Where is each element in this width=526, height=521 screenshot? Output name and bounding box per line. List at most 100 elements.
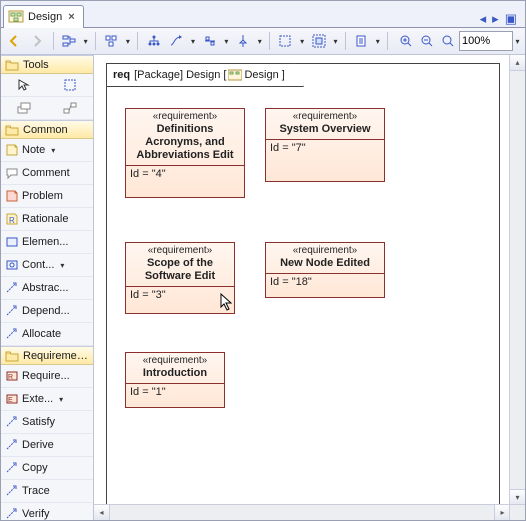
scroll-right-icon[interactable]: ▸ [494, 505, 510, 520]
link-tool-icon [63, 101, 77, 115]
frame-bracket-close: ] [279, 69, 285, 81]
align-menu-icon[interactable]: ▾ [223, 37, 230, 46]
scrollbar-corner [509, 504, 525, 520]
drawer-header-common[interactable]: Common [1, 121, 93, 139]
tool-cont[interactable]: Cont...▾ [1, 258, 93, 272]
select-button[interactable] [276, 31, 295, 51]
outline-menu-icon[interactable]: ▾ [82, 37, 89, 46]
svg-text:E: E [8, 397, 13, 404]
tool-rationale[interactable]: RRationale [1, 212, 93, 226]
zoom-out-button[interactable] [417, 31, 437, 51]
requirement-node[interactable]: «requirement»Scope of the Software EditI… [125, 242, 235, 314]
scrollbar-vertical[interactable]: ▴ ▾ [509, 55, 525, 505]
tab-next-icon[interactable]: ▸ [490, 11, 501, 27]
tool-row [1, 74, 93, 97]
tab-menu-icon[interactable]: ▣ [503, 11, 519, 27]
tool-derive[interactable]: Derive [1, 438, 93, 452]
tree-layout-button[interactable] [144, 31, 163, 51]
zoom-input[interactable] [459, 31, 513, 51]
tool-row: Comment [1, 162, 93, 185]
frame-inner-icon [228, 69, 242, 81]
node-id: Id = "1" [126, 384, 224, 402]
separator [269, 32, 270, 50]
filter-menu-icon[interactable]: ▾ [375, 37, 382, 46]
tool-marquee-tool[interactable] [47, 78, 93, 92]
design-tab-icon [8, 9, 24, 25]
nav-fwd-button[interactable] [28, 31, 47, 51]
editor-window: Design × ◂ ▸ ▣ ▾ ▾ ▾ ▾ ▾ ▾ ▾ ▾ [0, 0, 526, 521]
tab-prev-icon[interactable]: ◂ [478, 11, 489, 27]
tool-note-tool[interactable] [1, 101, 47, 115]
tool-abstrac[interactable]: Abstrac... [1, 281, 93, 295]
scroll-up-icon[interactable]: ▴ [510, 55, 525, 71]
separator [137, 32, 138, 50]
requirement-node[interactable]: «requirement»Definitions Acronyms, and A… [125, 108, 245, 198]
nav-back-button[interactable] [5, 31, 24, 51]
tool-problem[interactable]: Problem [1, 189, 93, 203]
palette: Tools Common Note▾ Comment Problem RRationale… [1, 55, 94, 520]
tool-comment[interactable]: Comment [1, 166, 93, 180]
tool-require[interactable]: RRequire... [1, 369, 93, 383]
drawer-label: Common [23, 124, 89, 136]
canvas[interactable]: req [Package] Design [ Design ] «require… [94, 55, 525, 520]
select-all-button[interactable] [309, 31, 328, 51]
select-menu-icon[interactable]: ▾ [299, 37, 306, 46]
requirement-node[interactable]: «requirement»System OverviewId = "7" [265, 108, 385, 182]
arrange-button[interactable] [102, 31, 121, 51]
tool-trace[interactable]: Trace [1, 484, 93, 498]
node-id: Id = "3" [126, 287, 234, 305]
pin-menu-icon[interactable]: ▾ [257, 37, 264, 46]
tool-label: Depend... [22, 305, 70, 317]
tool-exte[interactable]: EExte...▾ [1, 392, 93, 406]
tool-label: Copy [22, 462, 48, 474]
tab-close-icon[interactable]: × [68, 11, 74, 23]
route-button[interactable] [167, 31, 186, 51]
tool-copy[interactable]: Copy [1, 461, 93, 475]
arrange-menu-icon[interactable]: ▾ [125, 37, 132, 46]
drawer-label: Requiremen... [23, 350, 89, 362]
pin-button[interactable] [234, 31, 253, 51]
tool-satisfy[interactable]: Satisfy [1, 415, 93, 429]
tool-verify[interactable]: Verify [1, 507, 93, 520]
tool-depend[interactable]: Depend... [1, 304, 93, 318]
zoom-fit-button[interactable] [438, 31, 458, 51]
tool-label: Satisfy [22, 416, 55, 428]
tool-allocate[interactable]: Allocate [1, 327, 93, 341]
requirement-node[interactable]: «requirement»IntroductionId = "1" [125, 352, 225, 408]
tool-label: Verify [22, 508, 50, 520]
tool-note[interactable]: Note▾ [1, 143, 93, 157]
abstrac-icon [5, 281, 19, 295]
chevron-down-icon[interactable]: ▾ [57, 261, 67, 270]
select-all-menu-icon[interactable]: ▾ [332, 37, 339, 46]
requirement-node[interactable]: «requirement»New Node EditedId = "18" [265, 242, 385, 298]
drawer-common: Common Note▾ Comment Problem RRationale Eleme… [1, 120, 93, 346]
outline-button[interactable] [60, 31, 79, 51]
node-id: Id = "7" [266, 140, 384, 158]
align-button[interactable] [200, 31, 219, 51]
cont-icon [5, 258, 19, 272]
filter-button[interactable] [352, 31, 371, 51]
tool-label: Elemen... [22, 236, 68, 248]
tool-row: RRequire... [1, 365, 93, 388]
scroll-down-icon[interactable]: ▾ [510, 489, 525, 505]
tool-label: Problem [22, 190, 63, 202]
scroll-left-icon[interactable]: ◂ [94, 505, 110, 520]
scrollbar-horizontal[interactable]: ◂ ▸ [94, 504, 510, 520]
marquee-tool-icon [63, 78, 77, 92]
drawer-header-tools[interactable]: Tools [1, 56, 93, 74]
tool-row: RRationale [1, 208, 93, 231]
tool-element[interactable]: Elemen... [1, 235, 93, 249]
chevron-down-icon[interactable]: ▾ [48, 146, 58, 155]
zoom-in-button[interactable] [396, 31, 416, 51]
tool-arrow-tool[interactable] [1, 78, 47, 92]
require-icon: R [5, 369, 19, 383]
node-id: Id = "4" [126, 166, 244, 184]
tool-link-tool[interactable] [47, 101, 93, 115]
zoom-menu-icon[interactable]: ▾ [514, 37, 521, 46]
chevron-down-icon[interactable]: ▾ [56, 395, 66, 404]
tab-design[interactable]: Design × [3, 5, 84, 28]
frame-kind: req [113, 69, 130, 81]
drawer-header-requirements[interactable]: Requiremen... [1, 347, 93, 365]
route-menu-icon[interactable]: ▾ [190, 37, 197, 46]
stereotype-label: «requirement» [266, 243, 384, 256]
